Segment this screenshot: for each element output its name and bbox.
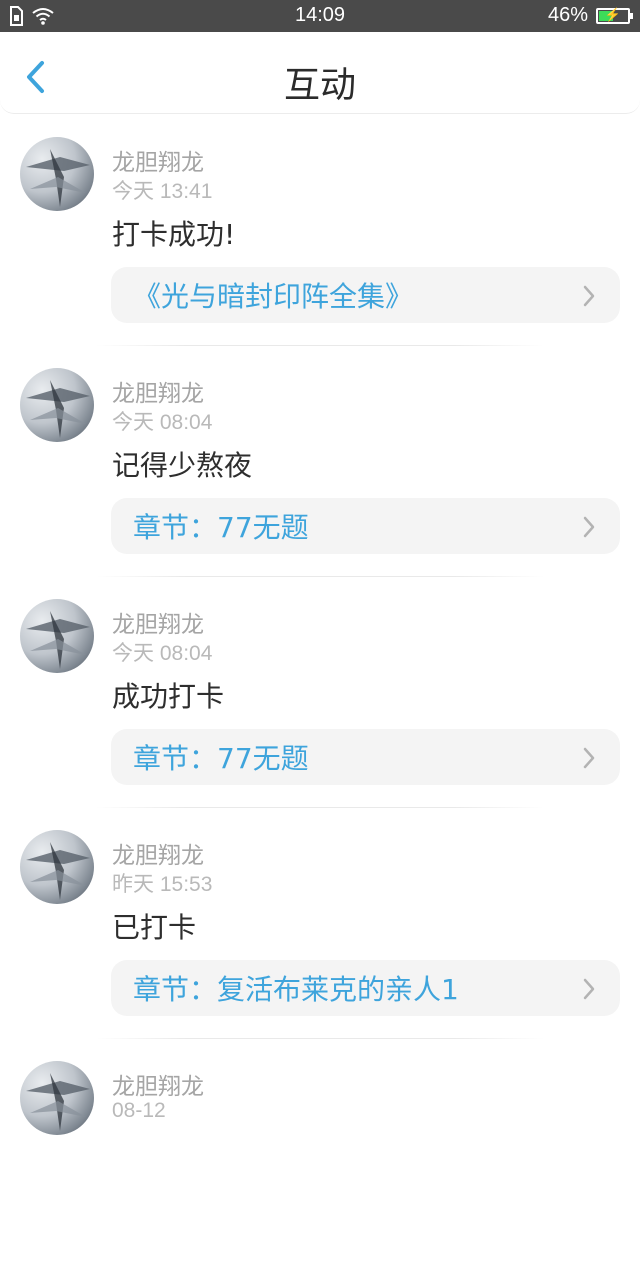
avatar[interactable]	[20, 137, 94, 211]
list-item: 龙胆翔龙昨天 15:53 已打卡章节：复活布莱克的亲人1	[0, 808, 640, 1039]
list-item: 龙胆翔龙今天 13:41 打卡成功! 《光与暗封印阵全集》	[0, 115, 640, 346]
timestamp: 今天 13:41	[112, 180, 213, 203]
chevron-right-icon	[583, 285, 595, 307]
charging-bolt-icon: ⚡	[604, 6, 622, 22]
avatar[interactable]	[20, 1061, 94, 1135]
user-name[interactable]: 龙胆翔龙	[112, 374, 204, 408]
user-name[interactable]: 龙胆翔龙	[112, 1067, 204, 1101]
list-item: 龙胆翔龙今天 08:04 记得少熬夜章节：77无题	[0, 346, 640, 577]
list-item: 龙胆翔龙 08-12	[0, 1039, 640, 1270]
interaction-feed: 龙胆翔龙 今天 13:41 打卡成功! 《光与暗封印阵全集》 龙胆翔龙 今天 08:04 记…	[0, 115, 640, 1270]
timestamp: 今天 08:04	[112, 411, 213, 434]
timestamp: 昨天 15:53	[112, 873, 213, 896]
status-time: 14:09	[294, 4, 346, 26]
message-text: 成功打卡	[112, 680, 225, 713]
status-icons-right: 46% ⚡	[547, 4, 633, 27]
reference-title: 章节：77无题	[133, 742, 309, 775]
user-name[interactable]: 龙胆翔龙	[112, 605, 204, 639]
chevron-right-icon	[583, 747, 595, 769]
reference-link[interactable]: 章节：77无题	[111, 729, 620, 785]
chevron-right-icon	[583, 978, 595, 1000]
user-name[interactable]: 龙胆翔龙	[112, 143, 204, 177]
avatar[interactable]	[20, 830, 94, 904]
list-item: 龙胆翔龙今天 08:04 成功打卡章节：77无题	[0, 577, 640, 808]
reference-link[interactable]: 章节：77无题	[111, 498, 620, 554]
reference-title: 章节：复活布莱克的亲人1	[133, 973, 459, 1006]
reference-link[interactable]: 《光与暗封印阵全集》	[111, 267, 620, 323]
status-bar: 14:09 46% ⚡	[0, 0, 640, 32]
message-text: 打卡成功!	[112, 218, 236, 251]
avatar[interactable]	[20, 368, 94, 442]
battery-percent: 46%	[547, 4, 588, 26]
battery-charging-icon: ⚡	[596, 6, 633, 24]
timestamp: 08-12	[112, 1099, 166, 1122]
avatar[interactable]	[20, 599, 94, 673]
reference-title: 《光与暗封印阵全集》	[133, 280, 414, 313]
user-name[interactable]: 龙胆翔龙	[112, 836, 204, 870]
message-text: 记得少熬夜	[112, 449, 253, 482]
message-text: 已打卡	[112, 911, 197, 944]
page-title: 互动	[283, 65, 356, 106]
reference-link[interactable]: 章节：复活布莱克的亲人1	[111, 960, 620, 1016]
header-bar: 互动	[0, 32, 640, 114]
reference-title: 章节：77无题	[133, 511, 309, 544]
chevron-right-icon	[583, 516, 595, 538]
timestamp: 今天 08:04	[112, 642, 213, 665]
